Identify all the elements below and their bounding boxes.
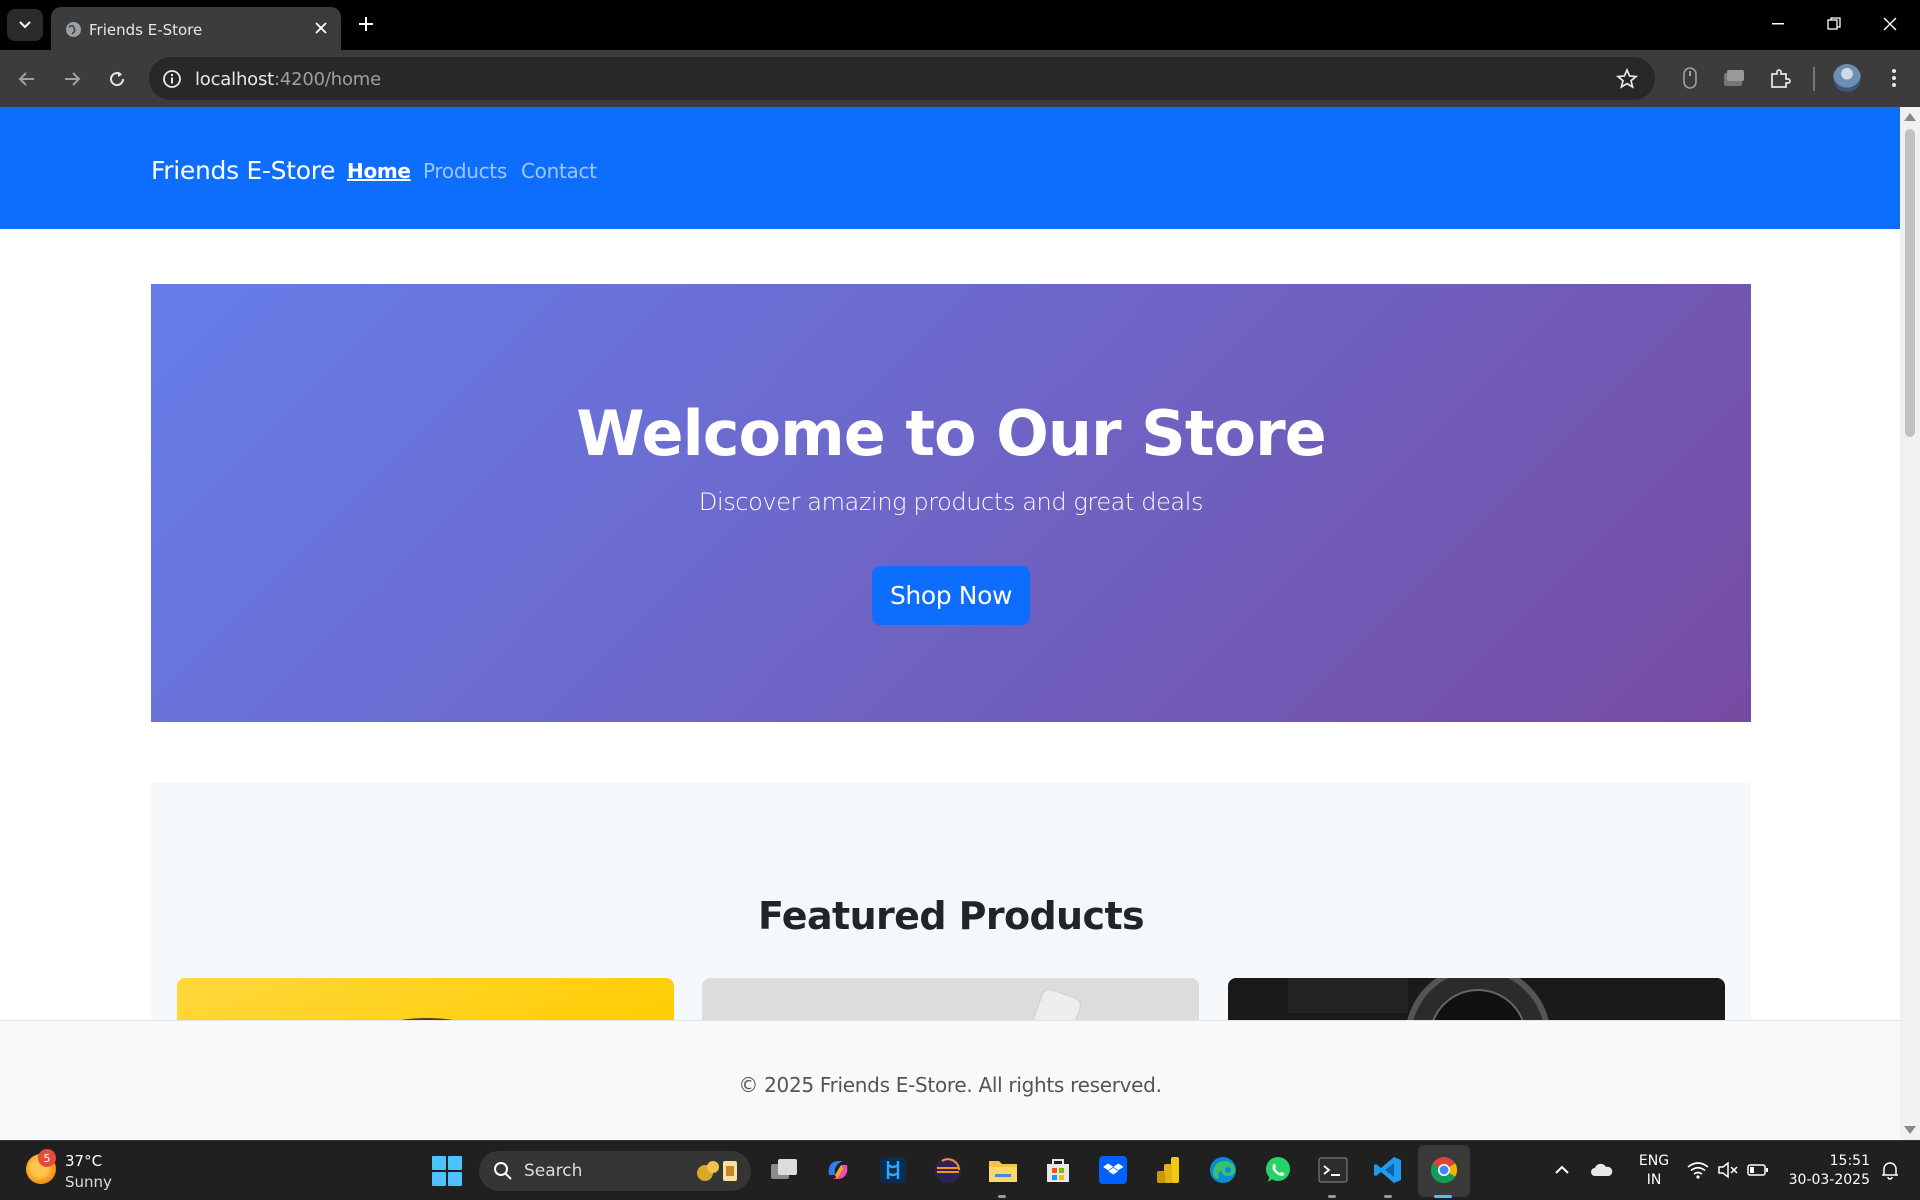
power-bi-icon[interactable] xyxy=(1152,1154,1184,1186)
search-highlight-icon xyxy=(697,1161,737,1181)
notification-bell-icon[interactable] xyxy=(1874,1154,1906,1186)
browser-tab[interactable]: Friends E-Store xyxy=(51,7,341,50)
windows-taskbar: 5 37°C Sunny Search ENG IN 15:51 30-03-2… xyxy=(0,1140,1920,1200)
edge-icon[interactable] xyxy=(1207,1154,1239,1186)
restore-button[interactable] xyxy=(1806,0,1862,48)
site-footer: © 2025 Friends E-Store. All rights reser… xyxy=(0,1020,1900,1140)
windows-start-button[interactable] xyxy=(432,1156,462,1186)
weather-badge: 5 xyxy=(38,1149,56,1167)
url-host: localhost xyxy=(195,69,274,90)
onedrive-icon[interactable] xyxy=(1586,1154,1618,1186)
running-indicator xyxy=(1434,1195,1452,1198)
task-view-icon[interactable] xyxy=(768,1154,800,1186)
running-indicator xyxy=(1384,1195,1392,1198)
info-icon[interactable] xyxy=(161,68,183,90)
microsoft-store-icon[interactable] xyxy=(1042,1154,1074,1186)
terminal-icon[interactable] xyxy=(1317,1154,1349,1186)
globe-icon xyxy=(66,22,81,37)
restore-icon xyxy=(1827,17,1841,30)
back-button[interactable] xyxy=(10,62,44,96)
tab-extension-icon[interactable] xyxy=(1720,64,1748,92)
url-path: :4200/home xyxy=(274,69,381,90)
file-explorer-icon[interactable] xyxy=(987,1154,1019,1186)
arrow-right-icon xyxy=(65,72,81,86)
language-indicator[interactable]: ENG IN xyxy=(1634,1152,1674,1190)
minimize-icon xyxy=(1772,23,1784,25)
azure-data-studio-icon[interactable] xyxy=(877,1154,909,1186)
forward-button[interactable] xyxy=(55,62,89,96)
chrome-icon[interactable] xyxy=(1428,1154,1460,1186)
address-bar[interactable]: localhost:4200/home xyxy=(149,57,1655,100)
close-icon xyxy=(1883,17,1897,31)
battery-icon[interactable] xyxy=(1742,1154,1774,1186)
extensions-puzzle-icon[interactable] xyxy=(1766,64,1794,92)
browser-toolbar: localhost:4200/home xyxy=(0,50,1920,107)
browser-tabstrip: Friends E-Store xyxy=(0,0,1920,50)
minimize-button[interactable] xyxy=(1750,0,1806,48)
tab-title: Friends E-Store xyxy=(89,21,203,39)
taskbar-search-label: Search xyxy=(524,1161,583,1181)
arrow-left-icon xyxy=(18,72,34,86)
region-code: IN xyxy=(1646,1172,1662,1188)
wifi-icon[interactable] xyxy=(1682,1154,1714,1186)
chevron-down-icon xyxy=(19,21,31,29)
vscode-icon[interactable] xyxy=(1372,1154,1404,1186)
search-icon xyxy=(494,1162,512,1180)
scroll-down-arrow[interactable] xyxy=(1904,1126,1916,1134)
plus-icon xyxy=(359,17,373,31)
close-window-button[interactable] xyxy=(1862,0,1918,48)
copilot-icon[interactable] xyxy=(822,1154,854,1186)
tab-search-button[interactable] xyxy=(7,9,43,41)
mouse-extension-icon[interactable] xyxy=(1676,64,1704,92)
hero-banner: Welcome to Our Store Discover amazing pr… xyxy=(151,284,1751,722)
toolbar-divider xyxy=(1813,67,1815,91)
dropbox-icon[interactable] xyxy=(1097,1154,1129,1186)
scroll-up-arrow[interactable] xyxy=(1904,113,1916,121)
system-clock[interactable]: 15:51 30-03-2025 xyxy=(1780,1152,1870,1190)
tab-close-button[interactable] xyxy=(311,18,331,38)
kebab-menu-icon[interactable] xyxy=(1880,64,1908,92)
scrollbar-thumb[interactable] xyxy=(1905,129,1915,437)
url-text: localhost:4200/home xyxy=(195,69,381,90)
clock-date: 30-03-2025 xyxy=(1788,1172,1870,1188)
shop-now-button[interactable]: Shop Now xyxy=(872,566,1030,625)
brand-link[interactable]: Friends E-Store xyxy=(151,156,336,185)
site-navbar: Friends E-Store Home Products Contact xyxy=(0,107,1900,229)
new-tab-button[interactable] xyxy=(354,12,378,36)
eclipse-icon[interactable] xyxy=(932,1154,964,1186)
featured-products-title: Featured Products xyxy=(757,894,1145,938)
star-icon[interactable] xyxy=(1615,67,1639,91)
running-indicator xyxy=(998,1195,1006,1198)
reload-button[interactable] xyxy=(100,62,134,96)
copyright-text: © 2025 Friends E-Store. All rights reser… xyxy=(738,1073,1162,1097)
chevron-up-icon[interactable] xyxy=(1546,1154,1578,1186)
hero-title: Welcome to Our Store xyxy=(576,397,1326,470)
taskbar-search-box[interactable]: Search xyxy=(479,1151,751,1191)
close-icon xyxy=(315,22,327,34)
weather-condition[interactable]: Sunny xyxy=(65,1173,112,1191)
nav-link-products[interactable]: Products xyxy=(423,159,507,183)
language-code: ENG xyxy=(1638,1153,1670,1169)
whatsapp-icon[interactable] xyxy=(1262,1154,1294,1186)
page-scrollbar[interactable] xyxy=(1900,107,1920,1140)
nav-link-contact[interactable]: Contact xyxy=(521,159,597,183)
running-indicator xyxy=(1328,1195,1336,1198)
hero-subtitle: Discover amazing products and great deal… xyxy=(698,488,1204,516)
volume-muted-icon[interactable] xyxy=(1712,1154,1744,1186)
nav-link-home[interactable]: Home xyxy=(347,159,411,183)
reload-icon xyxy=(110,71,125,87)
clock-time: 15:51 xyxy=(1829,1153,1870,1169)
profile-avatar[interactable] xyxy=(1833,64,1861,92)
web-page: Friends E-Store Home Products Contact We… xyxy=(0,107,1900,1140)
weather-temperature[interactable]: 37°C xyxy=(65,1152,102,1170)
